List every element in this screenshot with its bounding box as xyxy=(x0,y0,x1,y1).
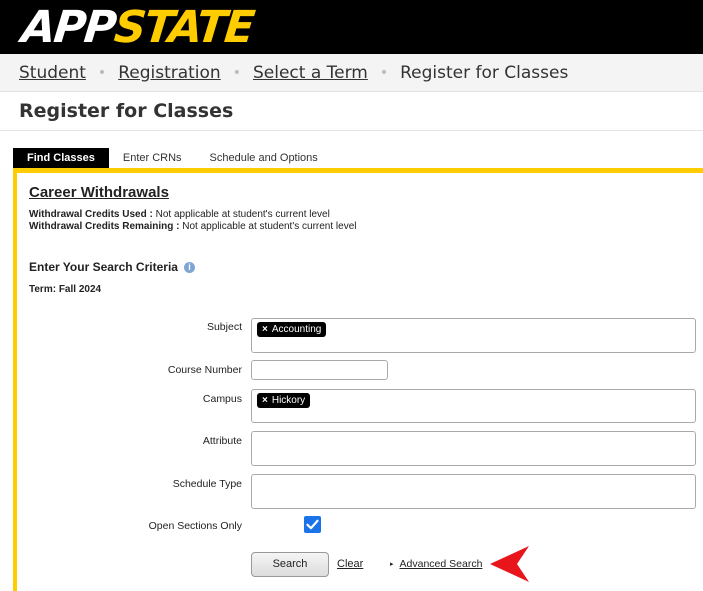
schedule-type-input[interactable] xyxy=(251,474,696,509)
campus-input[interactable]: × Hickory xyxy=(251,389,696,423)
open-sections-checkbox[interactable] xyxy=(304,516,321,533)
remove-chip-icon[interactable]: × xyxy=(262,395,268,406)
term-label: Term: Fall 2024 xyxy=(29,284,102,295)
breadcrumb: Student • Registration • Select a Term •… xyxy=(0,54,703,92)
withdrawal-remaining-value: Not applicable at student's current leve… xyxy=(182,221,357,232)
page-title: Register for Classes xyxy=(19,100,234,122)
subject-chip[interactable]: × Accounting xyxy=(257,322,327,337)
remove-chip-icon[interactable]: × xyxy=(262,324,268,335)
tab-schedule-options[interactable]: Schedule and Options xyxy=(196,148,332,168)
checkmark-icon xyxy=(306,519,319,530)
withdrawal-remaining-label: Withdrawal Credits Remaining : xyxy=(29,221,180,232)
breadcrumb-registration[interactable]: Registration xyxy=(118,63,221,83)
tab-find-classes[interactable]: Find Classes xyxy=(13,148,109,168)
breadcrumb-student[interactable]: Student xyxy=(19,63,86,83)
attribute-label: Attribute xyxy=(202,435,242,447)
expand-triangle-icon: ▸ xyxy=(390,561,394,568)
campus-chip[interactable]: × Hickory xyxy=(257,393,311,408)
breadcrumb-select-term[interactable]: Select a Term xyxy=(253,63,368,83)
advanced-search-link[interactable]: Advanced Search xyxy=(400,558,483,570)
search-criteria-heading: Enter Your Search Criteria i xyxy=(29,260,195,274)
advanced-search-toggle[interactable]: ▸ Advanced Search xyxy=(390,558,482,570)
appstate-logo[interactable]: APP STATE xyxy=(19,2,256,53)
withdrawal-remaining-line: Withdrawal Credits Remaining : Not appli… xyxy=(29,221,357,232)
breadcrumb-current: Register for Classes xyxy=(400,62,569,83)
subject-chip-label: Accounting xyxy=(271,324,322,335)
course-number-label: Course Number xyxy=(167,364,242,376)
withdrawal-used-value: Not applicable at student's current leve… xyxy=(155,209,330,220)
withdrawal-used-line: Withdrawal Credits Used : Not applicable… xyxy=(29,209,330,220)
breadcrumb-separator: • xyxy=(379,64,389,81)
top-banner: APP STATE xyxy=(0,0,703,54)
search-criteria-text: Enter Your Search Criteria xyxy=(29,260,178,274)
red-arrow-icon xyxy=(490,546,529,582)
attribute-input[interactable] xyxy=(251,431,696,466)
logo-state-text: STATE xyxy=(111,2,256,53)
clear-link[interactable]: Clear xyxy=(337,558,363,570)
schedule-type-label: Schedule Type xyxy=(172,478,242,490)
breadcrumb-separator: • xyxy=(97,64,107,81)
logo-app-text: APP xyxy=(19,2,118,53)
subject-label: Subject xyxy=(206,321,242,333)
open-sections-label: Open Sections Only xyxy=(148,520,242,532)
breadcrumb-separator: • xyxy=(232,64,241,81)
campus-chip-label: Hickory xyxy=(271,395,306,406)
divider xyxy=(0,130,703,131)
course-number-input[interactable] xyxy=(251,360,388,380)
info-icon[interactable]: i xyxy=(183,261,195,273)
search-button[interactable]: Search xyxy=(251,552,329,577)
tab-enter-crns[interactable]: Enter CRNs xyxy=(109,148,196,168)
withdrawal-used-label: Withdrawal Credits Used : xyxy=(29,209,153,220)
tab-bar: Find Classes Enter CRNs Schedule and Opt… xyxy=(13,148,332,168)
campus-label: Campus xyxy=(202,393,242,405)
career-withdrawals-title[interactable]: Career Withdrawals xyxy=(29,184,169,201)
subject-input[interactable]: × Accounting xyxy=(251,318,696,353)
